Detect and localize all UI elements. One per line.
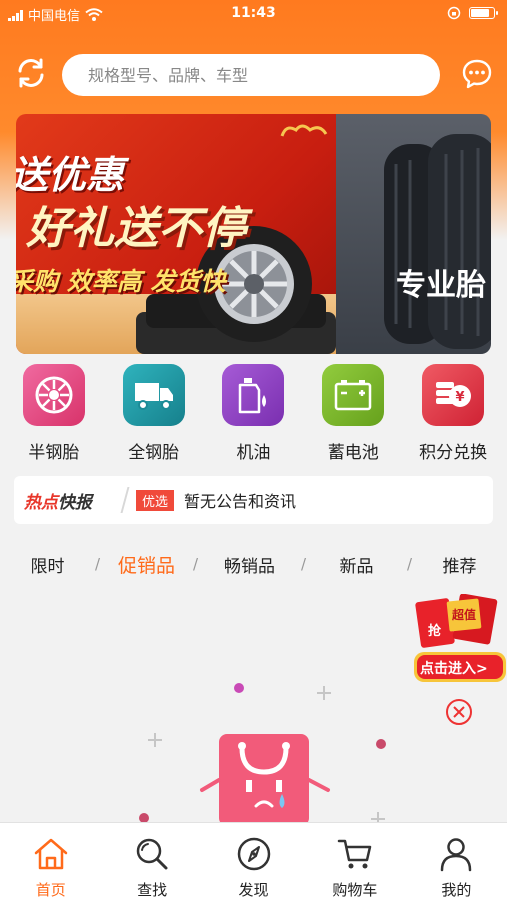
category-label: 全钢胎 [128, 443, 180, 463]
home-icon [34, 838, 67, 870]
search-icon [136, 838, 168, 870]
category-semi-steel-tire[interactable]: 半钢胎 [9, 364, 99, 464]
category-grid: 半钢胎 全钢胎 机油 蓄电池 ¥ 积分兑换 [0, 364, 507, 464]
svg-text:¥: ¥ [456, 390, 465, 405]
tab-limited-time[interactable]: 限时 [0, 552, 95, 577]
oil-bottle-icon [222, 364, 285, 426]
nav-label: 发现 [238, 881, 269, 899]
banner-slide-promo[interactable]: 送优惠 好礼送不停 采购 效率高 发货快 [16, 114, 336, 354]
truck-icon [122, 364, 185, 426]
status-bar: 中国电信 11:43 [0, 0, 507, 28]
nav-label: 我的 [441, 881, 472, 899]
tab-bestseller[interactable]: 畅销品 [198, 552, 301, 577]
search-input[interactable] [88, 65, 408, 85]
nav-label: 购物车 [332, 881, 378, 899]
news-title: 热点快报 [14, 488, 118, 513]
banner-slide2-headline: 专业胎 [396, 268, 486, 303]
category-all-steel-tire[interactable]: 全钢胎 [109, 364, 199, 464]
nav-label: 首页 [35, 881, 66, 899]
close-icon[interactable] [445, 698, 473, 726]
nav-label: 查找 [137, 881, 168, 899]
promo-value-label: 超值 [452, 608, 477, 622]
orientation-lock-icon [447, 6, 461, 20]
nav-search[interactable]: 查找 [101, 823, 202, 900]
refresh-icon[interactable] [14, 56, 48, 90]
category-label: 半钢胎 [28, 443, 80, 463]
app-header [0, 52, 507, 96]
news-title-hot: 热点 [24, 492, 58, 513]
search-bar[interactable] [62, 54, 440, 96]
tab-new-arrivals[interactable]: 新品 [306, 552, 407, 577]
status-time: 11:43 [231, 5, 276, 21]
profile-icon [441, 838, 472, 872]
nav-profile[interactable]: 我的 [406, 823, 507, 900]
news-divider [120, 487, 130, 513]
cloud-ornament-icon [280, 124, 328, 137]
nav-cart[interactable]: 购物车 [304, 823, 405, 900]
floating-promo[interactable]: 抢 超值 点击进入> [412, 594, 507, 694]
news-text: 暂无公告和资讯 [184, 492, 297, 511]
category-battery[interactable]: 蓄电池 [308, 364, 398, 464]
nav-home[interactable]: 首页 [0, 823, 101, 900]
banner-headline-2: 好礼送不停 [26, 203, 246, 254]
battery-icon [469, 7, 498, 19]
promo-banner-carousel[interactable]: 送优惠 好礼送不停 采购 效率高 发货快 专业胎 [16, 114, 491, 354]
product-tabs: 限时 / 促销品 / 畅销品 / 新品 / 推荐 [0, 548, 507, 580]
tab-recommended[interactable]: 推荐 [412, 552, 507, 577]
tab-promotion[interactable]: 促销品 [100, 551, 193, 578]
bottom-navigation: 首页 查找 发现 购物车 我的 [0, 822, 507, 900]
category-points-exchange[interactable]: ¥ 积分兑换 [408, 364, 498, 464]
points-exchange-icon: ¥ [422, 364, 485, 426]
news-tag-badge: 优选 [136, 489, 175, 511]
category-label: 蓄电池 [327, 443, 379, 463]
compass-icon [237, 837, 270, 871]
battery-icon [322, 364, 385, 426]
news-title-quick: 快报 [58, 492, 92, 513]
banner-headline-1: 送优惠 [16, 153, 125, 197]
category-label: 机油 [236, 443, 271, 463]
message-icon[interactable] [461, 58, 493, 90]
promo-grab-label: 抢 [428, 624, 442, 639]
category-engine-oil[interactable]: 机油 [208, 364, 298, 464]
tire-illustration [384, 134, 491, 349]
nav-discover[interactable]: 发现 [203, 823, 304, 900]
banner-slogan: 采购 效率高 发货快 [16, 267, 226, 296]
category-label: 积分兑换 [419, 443, 488, 463]
news-ticker[interactable]: 热点快报 优选 暂无公告和资讯 [14, 476, 493, 524]
banner-slide-pro-tire[interactable]: 专业胎 [336, 114, 491, 354]
cart-icon [337, 839, 372, 869]
wheel-icon [22, 364, 85, 426]
promo-enter-button[interactable]: 点击进入> [420, 658, 488, 678]
empty-shopping-bag-illustration [139, 683, 386, 826]
